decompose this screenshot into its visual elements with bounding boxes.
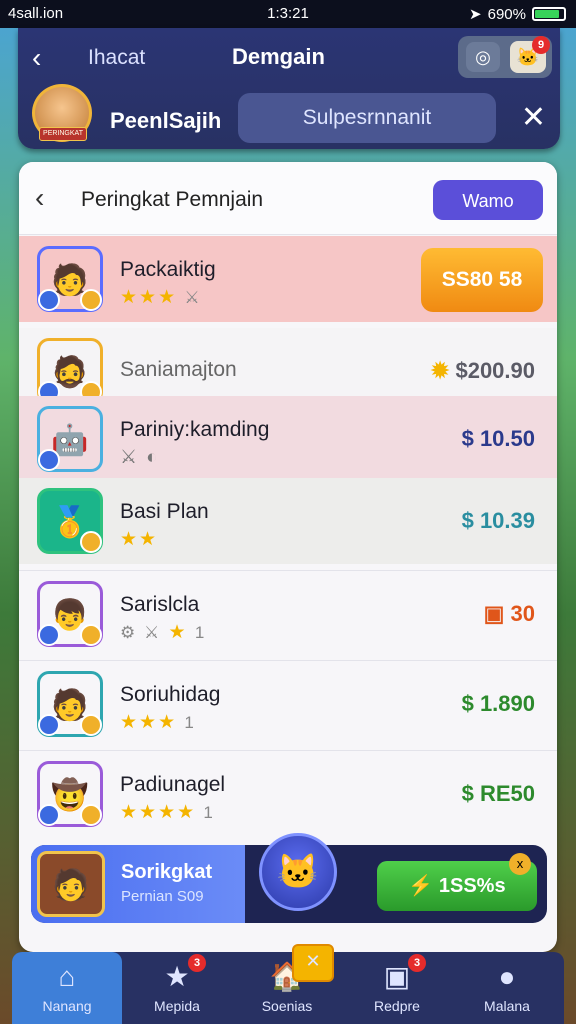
tab-badge: 3 [408,954,426,972]
avatar: 🤖 [37,406,103,472]
player-name: Soriuhidag [120,683,221,706]
tab-profile[interactable]: ● Malana [452,952,562,1024]
avatar[interactable]: PERINGKAT [32,84,92,142]
player-name: Packaiktig [120,258,216,281]
page-title: Demgain [232,44,325,69]
settings-icon[interactable]: ◎ [466,42,500,72]
bolt-icon: ⚡ [408,875,439,897]
header-actions: ◎ 🐱 9 [458,36,552,78]
user-icon: ● [498,961,516,992]
tab-games[interactable]: ▣ 3 Redpre [342,952,452,1024]
avatar: 🧔 [37,338,103,404]
chest-icon: ▣ [483,601,511,626]
player-name: Pariniy:kamding [120,418,270,441]
avatar: 🧑 [37,671,103,737]
avatar: 🧑 [37,851,105,917]
player-score: $ 10.50 [461,426,535,451]
price-button[interactable]: SS80 58 [421,248,543,312]
gamepad-icon: ▣ [383,961,411,992]
top-header: ‹ Ihacat Demgain ◎ 🐱 9 PERINGKAT PeenlSa… [18,28,560,149]
tab-label: Nanang [42,998,92,1014]
action-button[interactable]: Wamo [433,180,543,220]
status-icon: ⚔ ◐ [120,447,160,468]
status-bar: 4sall.ion 1:3:21 ➤ 690% [0,0,576,28]
player-score: $ 1.890 [461,691,535,716]
player-score: ▣ 30 [483,601,535,626]
avatar: 👦 [37,581,103,647]
tab-label: Malana [484,998,530,1014]
avatar: 🤠 [37,761,103,827]
rank-badge: PERINGKAT [39,127,87,141]
tab-shop[interactable]: 🏠 ✕ Soenias [232,944,342,1024]
home-icon: ⌂ [58,961,76,992]
list-item[interactable]: 🧑 Packaiktig ★★★ ⚔ SS80 58 [19,236,557,322]
star-rating: ★★★★ 1 [120,802,215,823]
star-icon: ★ [164,961,190,992]
coin-icon: ✹ [430,358,456,383]
star-rating: ★★★ 1 [120,712,196,733]
close-icon[interactable]: ✕ [521,100,546,135]
player-score: $ RE50 [461,781,535,806]
avatar: 🥇 [37,488,103,554]
header-back-label[interactable]: Ihacat [88,46,145,70]
search-input[interactable]: Sulpesrnnanit [238,93,496,143]
player-score: $ 10.39 [461,508,535,533]
tab-label: Soenias [261,998,313,1014]
back-arrow-icon[interactable]: ‹ [35,182,44,214]
avatar: 🧑 [37,246,103,312]
tab-home[interactable]: ⌂ Nanang [12,952,122,1024]
star-rating: ★★ [120,529,159,550]
leaderboard-header: ‹ Peringkat Pemnjain Wamo [19,162,557,235]
profile-name: PeenlSajih [110,108,222,133]
back-arrow-icon[interactable]: ‹ [32,42,41,74]
list-item[interactable]: 🧑 Soriuhidag ★★★ 1 $ 1.890 [19,660,557,747]
player-score: ✹ $200.90 [430,358,535,383]
battery-percent: 690% [487,5,526,23]
status-icons: ➤ 690% [469,5,566,23]
notifications-button[interactable]: 🐱 9 [510,36,550,73]
bottom-tab-bar: ⌂ Nanang ★ 3 Mepida 🏠 ✕ Soenias ▣ 3 Redp… [12,944,564,1024]
notification-badge: 9 [532,36,550,54]
list-item[interactable]: 🤠 Padiunagel ★★★★ 1 $ RE50 [19,750,557,837]
leaderboard-title: Peringkat Pemnjain [81,188,264,211]
promo-player: 🧑 Sorikgkat Pernian S09 [31,845,245,923]
tab-badge: 3 [188,954,206,972]
promo-banner[interactable]: 🧑 Sorikgkat Pernian S09 🐱 ⚡ 1SS%s x [31,833,547,923]
battery-icon [532,7,566,21]
star-rating: ⚙ ⚔ ★ 1 [120,622,207,643]
player-name: Saniamajton [120,358,237,381]
gift-icon: ✕ [292,944,334,982]
list-item[interactable]: 🤖 Pariniy:kamding ⚔ ◐ $ 10.50 [19,396,557,482]
location-icon: ➤ [469,6,482,23]
close-badge[interactable]: x [509,853,531,875]
star-rating: ★★★ ⚔ [120,287,202,308]
promo-title: Sorikgkat [121,861,213,883]
cat-icon[interactable]: 🐱 [259,833,337,911]
list-item[interactable]: 🥇 Basi Plan ★★ $ 10.39 [19,478,557,564]
tab-label: Mepida [154,998,200,1014]
list-item[interactable]: 👦 Sarislcla ⚙ ⚔ ★ 1 ▣ 30 [19,570,557,657]
tab-events[interactable]: ★ 3 Mepida [122,952,232,1024]
promo-subtitle: Pernian S09 [121,888,204,905]
player-name: Basi Plan [120,500,209,523]
tab-label: Redpre [374,998,420,1014]
player-name: Padiunagel [120,773,226,796]
player-name: Sarislcla [120,593,200,616]
